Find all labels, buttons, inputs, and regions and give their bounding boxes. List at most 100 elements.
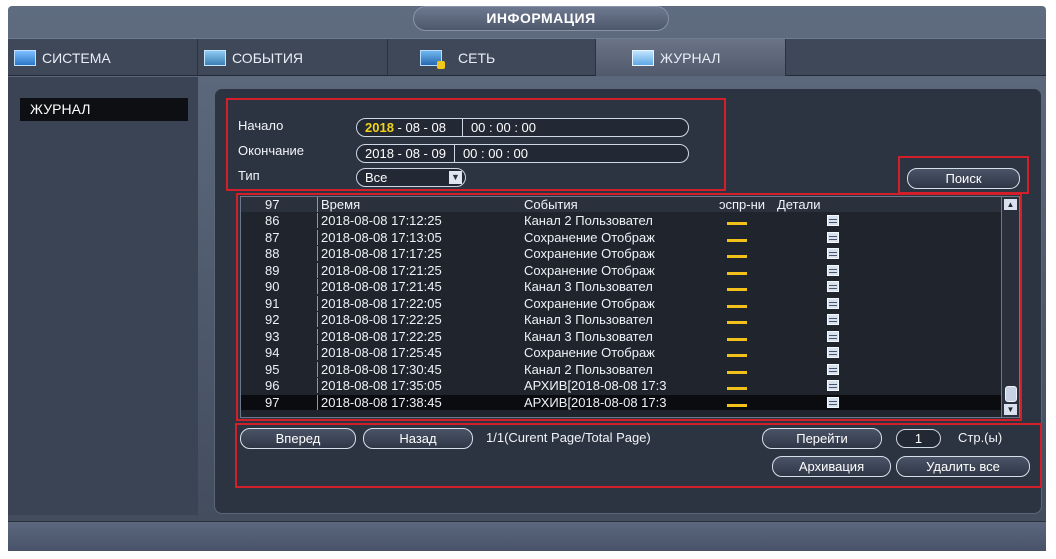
table-row[interactable]: 92 2018-08-08 17:22:25 Канал 3 Пользовател xyxy=(241,312,1001,327)
row-number: 87 xyxy=(265,229,280,245)
table-row[interactable]: 95 2018-08-08 17:30:45 Канал 2 Пользовател xyxy=(241,361,1001,377)
details-icon[interactable] xyxy=(827,314,839,325)
scroll-thumb[interactable] xyxy=(1005,386,1017,402)
row-number: 97 xyxy=(265,394,280,410)
end-date[interactable]: 2018 - 08 - 09 xyxy=(357,146,454,161)
table-row[interactable]: 90 2018-08-08 17:21:45 Канал 3 Пользовател xyxy=(241,279,1001,294)
goto-page-button[interactable]: Перейти xyxy=(762,428,882,449)
dash-icon xyxy=(727,222,747,225)
row-event: Канал 2 Пользовател xyxy=(524,361,653,377)
table-row[interactable]: 97 2018-08-08 17:38:45 АРХИВ[2018-08-08 17… xyxy=(241,394,1001,410)
playback-indicator[interactable] xyxy=(719,230,775,245)
row-time: 2018-08-08 17:35:05 xyxy=(317,378,517,393)
row-number: 88 xyxy=(265,246,280,261)
table-row[interactable]: 86 2018-08-08 17:12:25 Канал 2 Пользовател xyxy=(241,213,1001,228)
events-icon xyxy=(204,49,226,66)
header-time[interactable]: Время xyxy=(317,197,517,212)
table-header: 97 Время События ɔcпp-ни Детали xyxy=(241,197,1001,212)
archive-button[interactable]: Архивация xyxy=(772,456,891,477)
start-datetime-field[interactable]: 2018 - 08 - 08 00 : 00 : 00 xyxy=(356,118,689,137)
tab-bar: СИСТЕМА СОБЫТИЯ СЕТЬ ЖУРНАЛ xyxy=(8,38,1046,76)
type-select[interactable]: Все ▼ xyxy=(356,168,466,187)
row-event: АРХИВ[2018-08-08 17:3 xyxy=(524,394,667,410)
details-icon[interactable] xyxy=(827,396,839,408)
log-icon xyxy=(632,49,654,66)
prev-page-button[interactable]: Вперед xyxy=(240,428,356,449)
row-time: 2018-08-08 17:22:05 xyxy=(317,295,517,311)
details-icon[interactable] xyxy=(827,248,839,259)
start-date-rest[interactable]: - 08 - 08 xyxy=(394,120,446,135)
playback-indicator[interactable] xyxy=(719,263,775,278)
end-time[interactable]: 00 : 00 : 00 xyxy=(455,146,536,161)
playback-indicator[interactable] xyxy=(719,378,775,393)
table-row[interactable]: 89 2018-08-08 17:21:25 Сохранение Отображ xyxy=(241,262,1001,278)
playback-indicator[interactable] xyxy=(719,312,775,327)
log-table: 97 Время События ɔcпp-ни Детали 86 2018-0… xyxy=(240,196,1020,418)
row-number: 93 xyxy=(265,328,280,344)
details-icon[interactable] xyxy=(827,297,839,309)
table-row[interactable]: 93 2018-08-08 17:22:25 Канал 3 Пользовател xyxy=(241,328,1001,344)
sidebar-item-log[interactable]: ЖУРНАЛ xyxy=(20,98,188,121)
table-row[interactable]: 87 2018-08-08 17:13:05 Сохранение Отображ xyxy=(241,229,1001,245)
dash-icon xyxy=(727,271,747,275)
dash-icon xyxy=(727,387,747,390)
table-row[interactable]: 94 2018-08-08 17:25:45 Сохранение Отображ xyxy=(241,345,1001,360)
row-event: Канал 3 Пользовател xyxy=(524,328,653,344)
next-page-button[interactable]: Назад xyxy=(363,428,473,449)
table-scrollbar[interactable]: ▲ ▼ xyxy=(1001,197,1019,417)
tab-label: СИСТЕМА xyxy=(42,49,111,66)
details-icon[interactable] xyxy=(827,330,839,342)
dash-icon xyxy=(727,288,747,291)
page-number-input[interactable]: 1 xyxy=(896,429,941,448)
start-time[interactable]: 00 : 00 : 00 xyxy=(463,120,544,135)
header-playback: ɔcпp-ни xyxy=(719,197,766,212)
search-button[interactable]: Поиск xyxy=(907,168,1020,189)
details-icon[interactable] xyxy=(827,380,839,391)
playback-indicator[interactable] xyxy=(719,345,775,360)
playback-indicator[interactable] xyxy=(719,213,775,228)
row-number: 86 xyxy=(265,213,280,228)
playback-indicator[interactable] xyxy=(719,329,775,344)
playback-indicator[interactable] xyxy=(719,246,775,261)
page-unit-label: Стр.(ы) xyxy=(958,430,1003,445)
row-number: 96 xyxy=(265,378,280,393)
row-event: Сохранение Отображ xyxy=(524,345,655,360)
dash-icon xyxy=(727,370,747,374)
row-number: 94 xyxy=(265,345,280,360)
start-year[interactable]: 2018 xyxy=(365,120,394,135)
tab-log[interactable]: ЖУРНАЛ xyxy=(596,39,786,76)
end-datetime-field[interactable]: 2018 - 08 - 09 00 : 00 : 00 xyxy=(356,144,689,163)
row-time: 2018-08-08 17:22:25 xyxy=(317,328,517,344)
scroll-up-icon[interactable]: ▲ xyxy=(1004,199,1017,210)
details-icon[interactable] xyxy=(827,363,839,375)
playback-indicator[interactable] xyxy=(719,296,775,311)
tab-label: СОБЫТИЯ xyxy=(232,49,303,66)
row-time: 2018-08-08 17:17:25 xyxy=(317,246,517,261)
tab-events[interactable]: СОБЫТИЯ xyxy=(198,39,388,76)
tab-network[interactable]: СЕТЬ xyxy=(388,39,596,76)
tab-label: СЕТЬ xyxy=(458,49,496,66)
header-event[interactable]: События xyxy=(524,197,714,212)
network-icon xyxy=(420,49,445,69)
details-icon[interactable] xyxy=(827,231,839,243)
dash-icon xyxy=(727,304,747,308)
details-icon[interactable] xyxy=(827,281,839,292)
header-details: Детали xyxy=(777,197,821,212)
delete-all-button[interactable]: Удалить все xyxy=(896,456,1030,477)
table-row[interactable]: 96 2018-08-08 17:35:05 АРХИВ[2018-08-08 17… xyxy=(241,378,1001,393)
details-icon[interactable] xyxy=(827,264,839,276)
playback-indicator[interactable] xyxy=(719,395,775,410)
tab-system[interactable]: СИСТЕМА xyxy=(8,39,198,76)
details-icon[interactable] xyxy=(827,215,839,226)
details-icon[interactable] xyxy=(827,347,839,358)
scroll-down-icon[interactable]: ▼ xyxy=(1004,404,1017,415)
dash-icon xyxy=(727,403,747,407)
row-number: 89 xyxy=(265,262,280,278)
window-title: ИНФОРМАЦИЯ xyxy=(413,6,669,31)
dash-icon xyxy=(727,354,747,357)
playback-indicator[interactable] xyxy=(719,279,775,294)
dash-icon xyxy=(727,321,747,324)
table-row[interactable]: 88 2018-08-08 17:17:25 Сохранение Отображ xyxy=(241,246,1001,261)
table-row[interactable]: 91 2018-08-08 17:22:05 Сохранение Отображ xyxy=(241,295,1001,311)
playback-indicator[interactable] xyxy=(719,362,775,377)
